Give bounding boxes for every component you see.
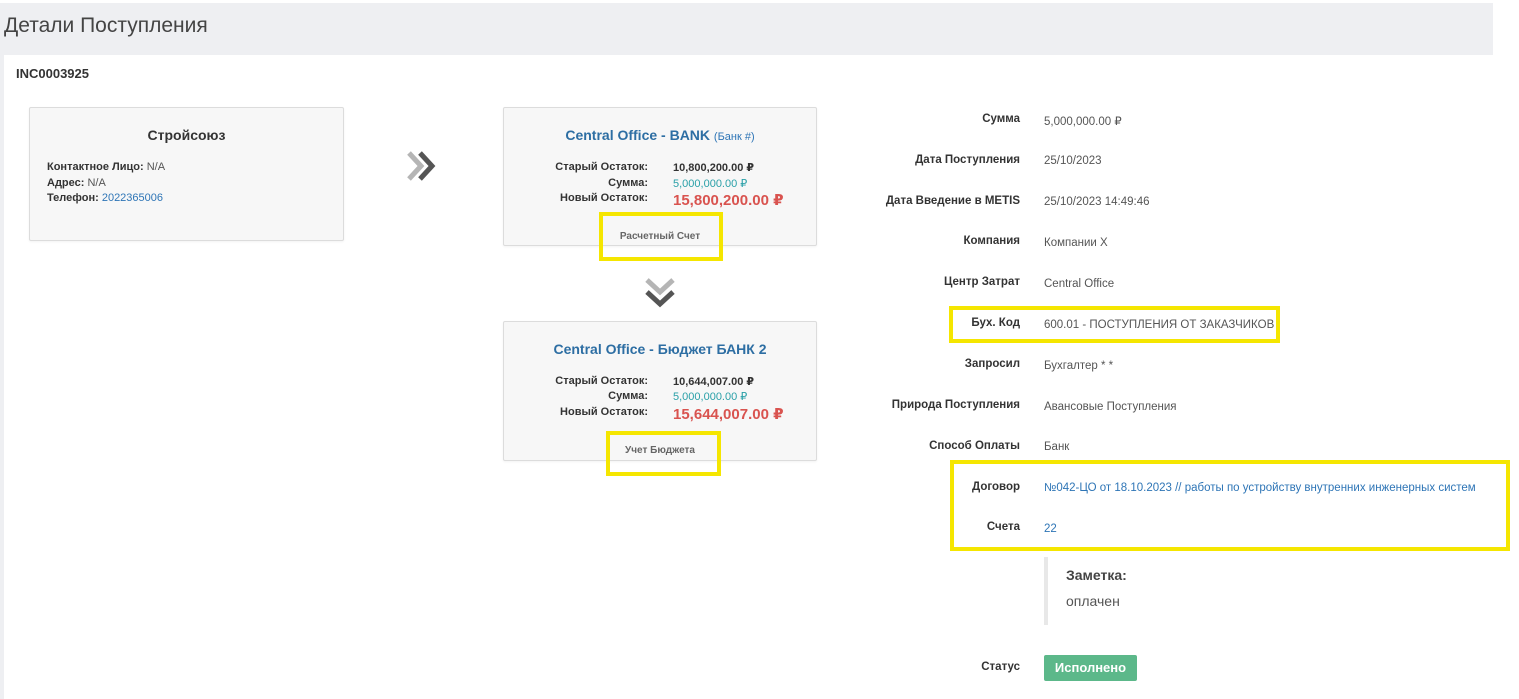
- highlight-box: [950, 460, 1510, 551]
- bank-account-name: Central Office - BANK: [565, 127, 711, 143]
- old-balance-value: 10,800,200.00 ₽: [673, 162, 755, 174]
- note-text: оплачен: [1066, 593, 1120, 609]
- income-reference: INC0003925: [16, 66, 89, 81]
- detail-label: Центр Затрат: [943, 276, 1020, 288]
- detail-value: 5,000,000.00 ₽: [1044, 116, 1122, 128]
- detail-label: Запросил: [964, 358, 1020, 370]
- detail-value: 25/10/2023: [1044, 155, 1102, 167]
- detail-label: Природа Поступления: [891, 399, 1020, 411]
- status-badge: Исполнено: [1044, 655, 1137, 681]
- address-label: Адрес:: [47, 177, 85, 189]
- detail-label: Дата Введение в METIS: [885, 195, 1020, 207]
- contact-label: Контактное Лицо:: [47, 161, 144, 173]
- page-header: Детали Поступления: [0, 3, 1493, 55]
- amount-value: 5,000,000.00 ₽: [673, 391, 748, 403]
- highlight-box: [599, 212, 723, 261]
- old-balance-value: 10,644,007.00 ₽: [673, 376, 755, 388]
- page-title: Детали Поступления: [4, 14, 208, 37]
- phone-link[interactable]: 2022365006: [102, 192, 163, 204]
- detail-value: Банк: [1044, 441, 1070, 453]
- vendor-card: Стройсоюз Контактное Лицо: N/A Адрес: N/…: [29, 107, 344, 241]
- vendor-address: Адрес: N/A: [47, 177, 106, 189]
- highlight-box: [606, 431, 721, 476]
- detail-label: Сумма: [982, 113, 1020, 125]
- vendor-phone: Телефон: 2022365006: [47, 192, 163, 204]
- contact-value: N/A: [146, 161, 166, 173]
- vendor-name: Стройсоюз: [147, 127, 226, 143]
- detail-value: 25/10/2023 14:49:46: [1044, 196, 1150, 208]
- bank-account-suffix: (Банк #): [713, 131, 755, 143]
- detail-value: Central Office: [1044, 278, 1115, 290]
- left-border: [0, 55, 4, 699]
- note-block: Заметка: оплачен: [1044, 557, 1348, 625]
- budget-account-title[interactable]: Central Office - Бюджет БАНК 2: [504, 341, 816, 357]
- amount-value: 5,000,000.00 ₽: [673, 178, 748, 190]
- new-balance-label: Новый Остаток:: [560, 406, 648, 418]
- address-value: N/A: [87, 177, 106, 189]
- double-chevron-right-icon: [407, 151, 436, 181]
- new-balance-value: 15,644,007.00 ₽: [673, 406, 784, 423]
- detail-label: Способ Оплаты: [929, 440, 1020, 452]
- amount-label: Сумма:: [608, 390, 648, 402]
- detail-label: Компания: [963, 235, 1020, 247]
- phone-label: Телефон:: [47, 192, 99, 204]
- old-balance-label: Старый Остаток:: [555, 375, 648, 387]
- amount-label: Сумма:: [608, 177, 648, 189]
- note-title: Заметка:: [1066, 567, 1127, 583]
- detail-value: Бухгалтер * *: [1044, 360, 1114, 372]
- double-chevron-down-icon: [645, 278, 675, 308]
- detail-value: Авансовые Поступления: [1044, 401, 1177, 413]
- vendor-contact: Контактное Лицо: N/A: [47, 161, 165, 173]
- status-label: Статус: [981, 661, 1020, 673]
- detail-label: Дата Поступления: [915, 154, 1020, 166]
- detail-value: Компании X: [1044, 237, 1108, 249]
- new-balance-value: 15,800,200.00 ₽: [673, 192, 784, 209]
- highlight-box: [949, 306, 1280, 343]
- new-balance-label: Новый Остаток:: [560, 192, 648, 204]
- old-balance-label: Старый Остаток:: [555, 161, 648, 173]
- bank-account-title[interactable]: Central Office - BANK (Банк #): [504, 127, 816, 143]
